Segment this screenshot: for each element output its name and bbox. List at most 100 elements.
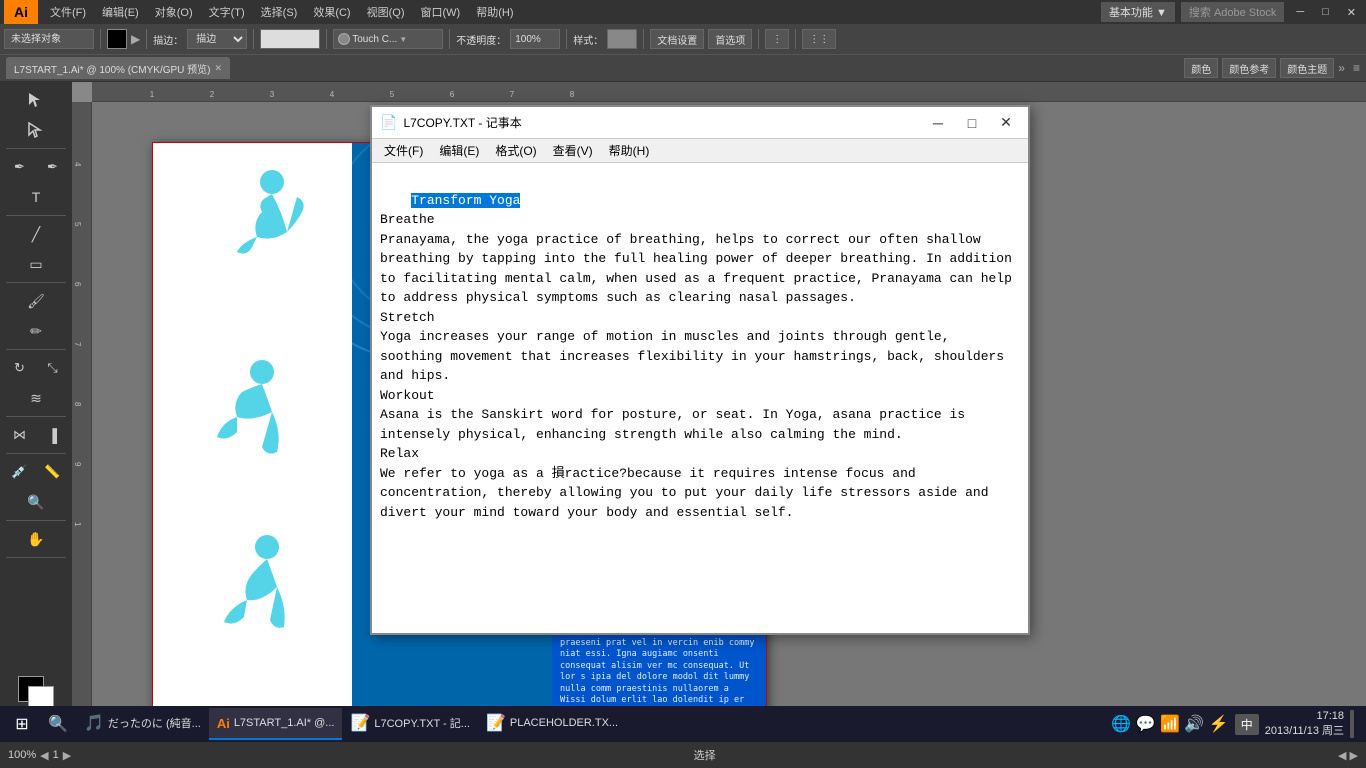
np-menu-file[interactable]: 文件(F) [376,140,431,161]
np-menu-help[interactable]: 帮助(H) [601,140,658,161]
pen-tool[interactable]: ✒ [4,153,35,181]
taskbar-time-display: 17:18 [1316,710,1344,722]
taskbar-item-music[interactable]: 🎵 だったのに (純音... [76,708,209,740]
notepad-content[interactable]: Transform Yoga Breathe Pranayama, the yo… [372,163,1028,633]
scale-tool[interactable]: ⤡ [37,354,68,382]
more-options-btn[interactable]: ⋮ [765,29,789,49]
menu-object[interactable]: 对象(O) [147,2,201,22]
arrange-btn[interactable]: ⋮⋮ [802,29,836,49]
taskbar-icons-misc[interactable]: 🌐 💬 📶 🔊 ⚡ [1111,714,1228,734]
menu-text[interactable]: 文字(T) [201,2,253,22]
rotate-tool[interactable]: ↻ [4,354,35,382]
yoga-figure-3 [202,522,322,657]
stroke-weight-select[interactable]: 描边 [187,29,247,49]
minimize-btn[interactable]: ─ [1290,6,1310,18]
menu-view[interactable]: 视图(Q) [359,2,413,22]
doc-settings-btn[interactable]: 文档设置 [650,29,704,49]
notepad-titlebar: 📄 L7COPY.TXT - 记事本 ─ □ ✕ [372,107,1028,139]
touch-circle-icon [338,33,350,45]
color-panel-btn[interactable]: 颜色 [1184,58,1218,78]
taskbar-item-illustrator-label: L7START_1.AI* @... [234,717,335,729]
selection-tool[interactable] [4,86,68,114]
tool-divider-2 [6,215,66,216]
pen-add-tool[interactable]: ✒ [37,153,68,181]
status-label: 选择 [79,747,1330,763]
zoom-nav-left[interactable]: ◀ [40,749,48,762]
measure-tool[interactable]: 📏 [37,458,68,486]
toolbar-divider-9 [795,29,796,49]
blend-tool[interactable]: ⋈ [4,421,35,449]
zoom-level: 100% [8,749,36,761]
menu-help[interactable]: 帮助(H) [468,2,521,22]
pen-tools: ✒ ✒ [4,153,68,181]
status-text: 选择 [694,747,716,763]
menu-file[interactable]: 文件(F) [42,2,94,22]
stroke-label: 描边： [153,32,183,47]
taskbar-clock[interactable]: 17:18 2013/11/13 周三 [1265,710,1344,738]
tool-divider-4 [6,349,66,350]
hand-tool[interactable]: ✋ [4,525,68,553]
notepad-minimize-btn[interactable]: ─ [924,109,952,137]
ruler-left: 4 5 6 7 8 9 1 [72,102,92,742]
document-tab[interactable]: L7START_1.Ai* @ 100% (CMYK/GPU 预览) ✕ [6,57,230,79]
direct-selection-tool[interactable] [4,116,68,144]
touch-dropdown[interactable]: Touch C... ▼ [333,29,443,49]
color-theme-panel-btn[interactable]: 颜色主题 [1280,58,1334,78]
eyedropper-tool[interactable]: 💉 [4,458,35,486]
zoom-nav-right[interactable]: ▶ [63,749,71,762]
paintbrush-tool[interactable]: 🖌 [4,287,68,315]
np-menu-format[interactable]: 格式(O) [487,140,544,161]
status-arrows[interactable]: ◀ ▶ [1338,749,1358,762]
toolbar-divider-7 [643,29,644,49]
menu-effect[interactable]: 效果(C) [305,2,358,22]
show-desktop-btn[interactable] [1350,710,1354,738]
style-box[interactable] [607,29,637,49]
panels-menu-btn[interactable]: ≡ [1353,61,1360,75]
toolbar-divider-3 [253,29,254,49]
opacity-input[interactable] [510,29,560,49]
tool-divider-7 [6,520,66,521]
np-menu-view[interactable]: 查看(V) [545,140,601,161]
workspace-dropdown[interactable]: 基本功能 ▼ [1101,2,1175,22]
ruler-top: 1 2 3 4 5 6 7 8 [92,82,1366,102]
ai-logo-icon: Ai [4,0,38,24]
taskbar-search-btn[interactable]: 🔍 [40,708,76,740]
zoom-control: 100% ◀ 1 ▶ [8,749,71,762]
tool-divider-3 [6,282,66,283]
np-menu-edit[interactable]: 编辑(E) [431,140,487,161]
taskbar-item-placeholder[interactable]: 📝 PLACEHOLDER.TX... [478,708,626,740]
maximize-btn[interactable]: □ [1316,6,1335,18]
color-ref-panel-btn[interactable]: 颜色参考 [1222,58,1276,78]
menu-edit[interactable]: 编辑(E) [94,2,147,22]
touch-label: Touch C... [352,34,397,45]
notepad-maximize-btn[interactable]: □ [958,109,986,137]
menu-window[interactable]: 窗口(W) [413,2,469,22]
notepad-window: 📄 L7COPY.TXT - 记事本 ─ □ ✕ 文件(F) 编辑(E) 格式(… [370,105,1030,635]
input-language-indicator[interactable]: 中 [1235,714,1259,735]
toolbar-divider-4 [326,29,327,49]
panels-expand-btn[interactable]: » [1338,61,1345,75]
start-button[interactable]: ⊞ [4,708,40,740]
toolbar-divider-8 [758,29,759,49]
taskbar-item-notepad-label: L7COPY.TXT - 記... [374,715,470,731]
taskbar-item-illustrator[interactable]: Ai L7START_1.AI* @... [209,708,343,740]
shape-tool[interactable]: ▭ [4,250,68,278]
fill-arrow-icon: ▶ [131,32,140,46]
search-stock-input[interactable]: 搜索 Adobe Stock [1181,2,1284,22]
taskbar-item-notepad[interactable]: 📝 L7COPY.TXT - 記... [342,708,478,740]
close-btn[interactable]: ✕ [1341,6,1362,19]
eyedropper-tools: 💉 📏 [4,458,68,486]
color-fill-input[interactable] [260,29,320,49]
fill-color-box[interactable] [107,29,127,49]
type-tool[interactable]: T [4,183,68,211]
line-tool[interactable]: ╱ [4,220,68,248]
doc-tab-title: L7START_1.Ai* @ 100% (CMYK/GPU 预览) [14,61,211,76]
warp-tool[interactable]: ≋ [4,384,68,412]
menu-select[interactable]: 选择(S) [253,2,306,22]
pencil-tool[interactable]: ✏ [4,317,68,345]
zoom-tool[interactable]: 🔍 [4,488,68,516]
notepad-close-btn[interactable]: ✕ [992,109,1020,137]
column-graph-tool[interactable]: ▐ [37,421,68,449]
preferences-btn[interactable]: 首选项 [708,29,752,49]
doc-tab-close-btn[interactable]: ✕ [215,63,223,74]
